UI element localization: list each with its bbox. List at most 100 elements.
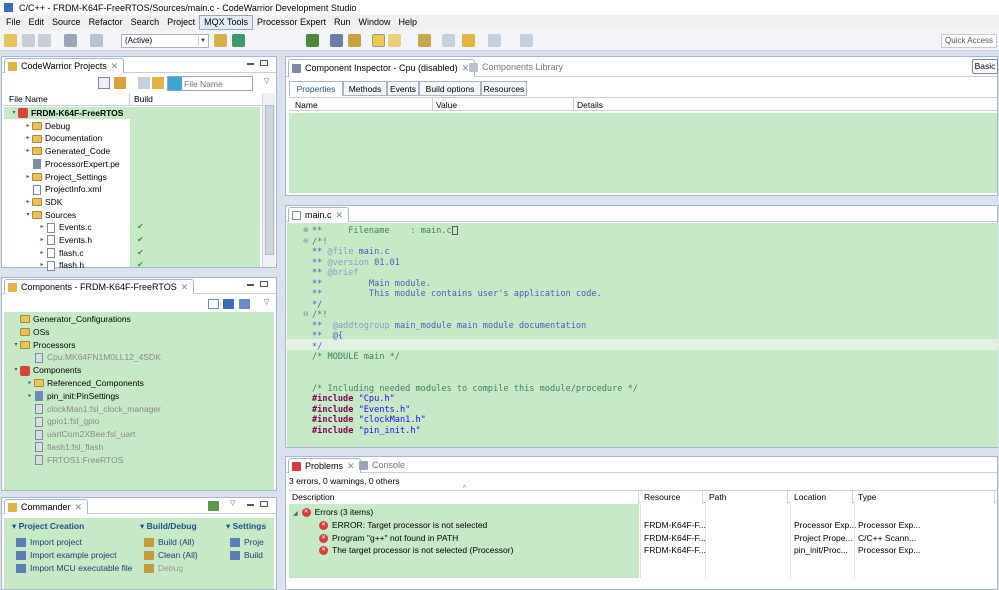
- view-menu-icon[interactable]: ▽: [230, 499, 235, 507]
- subtab-build-options[interactable]: Build options: [419, 81, 481, 96]
- chevron-down-icon[interactable]: ▾: [12, 521, 19, 531]
- tab-commander[interactable]: Commander ✕: [4, 499, 89, 514]
- file-name-input[interactable]: [184, 78, 250, 89]
- chevron-right-icon[interactable]: ▸: [24, 132, 32, 145]
- errors-group[interactable]: ◢ ✕ Errors (3 items): [293, 506, 373, 519]
- menu-item-search[interactable]: Search: [127, 16, 164, 29]
- tree-item[interactable]: ▸ Events.h: [38, 234, 92, 247]
- new-icon[interactable]: [4, 34, 17, 47]
- close-icon[interactable]: ✕: [111, 61, 119, 71]
- commander-action[interactable]: Import MCU executable file: [16, 563, 133, 573]
- maximize-icon[interactable]: [260, 501, 268, 507]
- subtab-methods[interactable]: Methods: [343, 81, 387, 96]
- minimize-icon[interactable]: [247, 63, 254, 65]
- annotation-icon[interactable]: [418, 34, 431, 47]
- minimize-icon[interactable]: [247, 504, 254, 506]
- subtab-resources[interactable]: Resources: [481, 81, 527, 96]
- menu-item-mqx-tools[interactable]: MQX Tools: [199, 15, 253, 30]
- basic-mode-button[interactable]: Basic: [972, 59, 998, 74]
- save-icon[interactable]: [22, 34, 35, 47]
- chevron-right-icon[interactable]: ▸: [24, 120, 32, 133]
- tree-item[interactable]: ▸ flash.h: [38, 259, 84, 272]
- tree-item[interactable]: ▸ SDK: [24, 196, 62, 209]
- tab-component-inspector[interactable]: Component Inspector - Cpu (disabled) ✕: [288, 59, 476, 77]
- component-item[interactable]: uartCom2XBee:fsl_uart: [26, 428, 135, 441]
- collapse-all-icon[interactable]: [208, 299, 219, 309]
- fold-toggle-icon[interactable]: ⊖: [303, 237, 309, 245]
- component-item[interactable]: Generator_Configurations: [12, 313, 131, 326]
- chevron-down-icon[interactable]: ◢: [293, 511, 298, 517]
- chevron-right-icon[interactable]: ▸: [38, 247, 46, 260]
- save-all-icon[interactable]: [38, 34, 51, 47]
- tree-item[interactable]: ▾ FRDM-K64F-FreeRTOS: [10, 107, 123, 120]
- tree-item[interactable]: ▸ Events.c: [38, 221, 92, 234]
- chevron-down-icon[interactable]: ▾: [226, 521, 233, 531]
- problem-row[interactable]: ✕ The target processor is not selected (P…: [319, 544, 513, 557]
- tree-item[interactable]: ProcessorExpert.pe: [24, 158, 120, 171]
- menu-item-processor-expert[interactable]: Processor Expert: [253, 16, 330, 29]
- chevron-down-icon[interactable]: ▾: [24, 209, 32, 222]
- commander-action[interactable]: Clean (All): [144, 550, 198, 560]
- build-icon[interactable]: [64, 34, 77, 47]
- component-item[interactable]: OSs: [12, 326, 50, 339]
- component-item[interactable]: ▾ Processors: [12, 339, 75, 352]
- chevron-right-icon[interactable]: ▸: [24, 171, 32, 184]
- tree-item[interactable]: ProjectInfo.xml: [24, 183, 101, 196]
- build-config-select[interactable]: (Active) ▼: [121, 34, 209, 48]
- commander-action[interactable]: Import example project: [16, 550, 116, 560]
- menu-item-edit[interactable]: Edit: [25, 16, 49, 29]
- tab-console[interactable]: Console: [356, 458, 410, 473]
- col-build[interactable]: Build: [134, 94, 153, 104]
- flash-icon[interactable]: [232, 34, 245, 47]
- col-value[interactable]: Value: [436, 100, 457, 110]
- chevron-down-icon[interactable]: ▾: [140, 521, 147, 531]
- chevron-right-icon[interactable]: ▸: [24, 196, 32, 209]
- col-location[interactable]: Location: [791, 491, 853, 504]
- col-path[interactable]: Path: [706, 491, 788, 504]
- tab-codewarrior-projects[interactable]: CodeWarrior Projects ✕: [4, 58, 125, 73]
- link-editor-icon[interactable]: [114, 77, 126, 89]
- col-details[interactable]: Details: [577, 100, 603, 110]
- tree-item[interactable]: ▸ Generated_Code: [24, 145, 110, 158]
- minimize-icon[interactable]: [247, 284, 254, 286]
- chevron-right-icon[interactable]: ▸: [26, 377, 34, 390]
- link-icon[interactable]: [152, 77, 164, 89]
- code-editor[interactable]: ⊕ ** Filename : main.c ⊖/*! ** @file main.c…: [286, 206, 999, 447]
- close-icon[interactable]: ✕: [181, 282, 189, 292]
- tab-components[interactable]: Components - FRDM-K64F-FreeRTOS ✕: [4, 279, 195, 294]
- scroll-thumb[interactable]: [265, 105, 274, 255]
- commander-action[interactable]: Import project: [16, 537, 82, 547]
- close-icon[interactable]: ✕: [347, 461, 355, 471]
- col-name[interactable]: Name: [295, 100, 318, 110]
- component-item[interactable]: flash1:fsl_flash: [26, 441, 103, 454]
- hammer-icon[interactable]: [214, 34, 227, 47]
- collapse-all-icon[interactable]: [98, 77, 110, 89]
- link-icon[interactable]: [239, 299, 250, 309]
- quick-access-input[interactable]: Quick Access: [941, 34, 997, 48]
- back-icon[interactable]: [462, 34, 475, 47]
- subtab-properties[interactable]: Properties: [289, 81, 343, 96]
- chevron-down-icon[interactable]: ▾: [12, 364, 20, 377]
- chevron-right-icon[interactable]: ▸: [38, 221, 46, 234]
- pin-icon[interactable]: [388, 34, 401, 47]
- chevron-right-icon[interactable]: ▸: [38, 234, 46, 247]
- tree-item[interactable]: ▸ Documentation: [24, 132, 102, 145]
- fold-toggle-icon[interactable]: ⊖: [303, 310, 309, 318]
- tree-item[interactable]: ▸ Project_Settings: [24, 171, 106, 184]
- menu-item-file[interactable]: File: [2, 16, 25, 29]
- col-type[interactable]: Type: [855, 491, 995, 504]
- tab-problems[interactable]: Problems ✕: [288, 458, 361, 473]
- chevron-right-icon[interactable]: ▸: [26, 390, 34, 403]
- chevron-down-icon[interactable]: ▾: [10, 107, 18, 120]
- commander-action[interactable]: Debug: [144, 563, 183, 573]
- maximize-icon[interactable]: [260, 60, 268, 66]
- filter-icon[interactable]: [138, 77, 150, 89]
- fold-toggle-icon[interactable]: ⊕: [303, 226, 309, 234]
- component-item[interactable]: clockMan1:fsl_clock_manager: [26, 403, 161, 416]
- col-file-name[interactable]: File Name: [9, 94, 48, 104]
- open-perspective-icon[interactable]: [520, 34, 533, 47]
- menu-item-window[interactable]: Window: [355, 16, 395, 29]
- import-icon[interactable]: [208, 501, 219, 511]
- component-item[interactable]: Cpu:MK64FN1M0LL12_4SDK: [26, 351, 161, 364]
- menu-item-run[interactable]: Run: [330, 16, 355, 29]
